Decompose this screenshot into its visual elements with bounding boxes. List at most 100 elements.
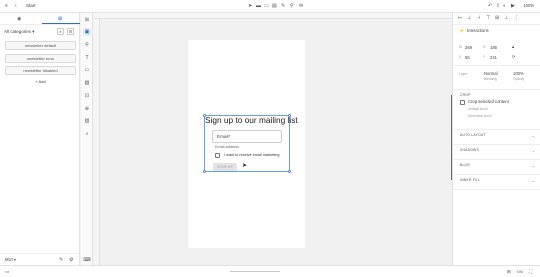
y-value[interactable]: 241 <box>490 55 497 61</box>
interactions-label[interactable]: Interactions <box>467 28 489 34</box>
divider <box>453 144 540 145</box>
inner-fill-section[interactable]: INNER FILL <box>460 178 480 183</box>
marketing-checkbox[interactable] <box>215 153 220 158</box>
home-indicator <box>230 271 280 272</box>
form-title: Sign up to our mailing list <box>205 115 298 125</box>
email-field[interactable]: Email* <box>212 130 282 143</box>
align-bottom-icon[interactable]: ⊥ <box>504 16 508 22</box>
align-middle-icon[interactable]: ⊞ <box>495 16 499 22</box>
list-view-icon[interactable]: ☰ <box>67 28 74 35</box>
settings-icon[interactable]: ⚙ <box>69 257 73 263</box>
shadows-section[interactable]: SHADOWS <box>460 148 479 153</box>
grid-icon[interactable]: ⊞ <box>507 269 511 275</box>
undo-icon[interactable]: ↶ <box>488 3 492 9</box>
align-right-icon[interactable]: ⊣ <box>476 16 480 22</box>
variant-newsletter-default[interactable]: newsletter default <box>5 41 76 50</box>
comment-tool-icon[interactable]: ✉ <box>299 3 303 9</box>
auto-layout-section[interactable]: AUTO LAYOUT <box>460 133 486 138</box>
type-tool-icon[interactable]: T <box>83 54 91 62</box>
distribute-icon[interactable]: ⋮ <box>514 16 519 22</box>
frame-tool-icon[interactable]: ▬ <box>256 3 261 9</box>
window-icon[interactable]: ▭ <box>5 269 9 275</box>
top-bar: ≡ ‹ Start ➤ ▬ ▭ ▤ ✎ ⚲ ✉ ↶ ⇧ ◐ ▶ 100% <box>0 0 540 13</box>
pen-tool-icon[interactable]: ✎ <box>281 3 285 9</box>
divider <box>453 189 540 190</box>
category-label: All categories <box>4 29 32 34</box>
tab-layers-icon[interactable]: ◉ <box>17 16 21 22</box>
category-select[interactable]: All categories ▾ <box>4 28 54 35</box>
zoom-level[interactable]: 100% <box>523 3 534 9</box>
component-tool-icon[interactable]: ⊡ <box>83 92 91 100</box>
select-tool-icon[interactable]: ▣ <box>83 28 91 36</box>
height-value[interactable]: 185 <box>490 45 497 51</box>
vertical-scroll-option[interactable]: Vertical scroll <box>468 107 487 112</box>
width-value[interactable]: 269 <box>465 45 472 51</box>
shape-tool-icon[interactable]: ▭ <box>264 3 269 9</box>
tool-strip: ⊞ ▣ ⚲ T ▭ ▨ ⊡ ⊕ ▥ ⌕ ⌨ <box>81 13 93 265</box>
vertical-ruler <box>94 19 100 265</box>
keyboard-icon[interactable]: ⌨ <box>83 256 91 264</box>
lock-ratio-icon[interactable]: 🔒︎ <box>512 44 514 50</box>
share-icon[interactable]: ⇧ <box>496 3 500 9</box>
crop-checkbox-label: Crop selected content <box>468 99 509 104</box>
right-panel: ⊢ ⊥ ⊣ ⊤ ⊞ ⊥ ⋮ ⚡ Interactions W 269 H 185… <box>452 13 540 265</box>
fullscreen-icon[interactable]: ⛶ <box>529 269 532 275</box>
document-title: Start <box>26 3 36 8</box>
chevron-down-icon[interactable]: ⌄ <box>532 178 535 183</box>
marketing-checkbox-label: I want to receive email marketing <box>224 153 280 157</box>
align-left-icon[interactable]: ⊢ <box>458 16 462 22</box>
bottom-bar: ▭ ⊞ ON ⛶ <box>0 265 540 277</box>
divider <box>453 89 540 90</box>
back-icon[interactable]: ‹ <box>15 3 17 9</box>
email-helper-text: Email address <box>215 145 240 149</box>
crop-checkbox[interactable] <box>460 100 465 105</box>
rectangle-tool-icon[interactable]: ▭ <box>83 66 91 74</box>
horizontal-ruler <box>94 13 452 19</box>
align-top-icon[interactable]: ⊤ <box>486 16 490 22</box>
menu-icon[interactable]: ≡ <box>5 3 8 9</box>
left-panel: ◉ ⊠ All categories ▾ ⌕ ☰ newsletter defa… <box>0 13 80 265</box>
link-tool-icon[interactable]: ⚲ <box>290 3 294 9</box>
resize-handle-bottom-left[interactable] <box>203 170 206 173</box>
blending-label: Blending <box>484 77 497 81</box>
add-variant-button[interactable]: + Add <box>5 78 76 85</box>
variant-newsletter-disabled[interactable]: newsletter disabled <box>5 66 76 75</box>
preview-icon[interactable]: ◐ <box>503 3 506 9</box>
design-canvas[interactable]: Sign up to our mailing list Email* Email… <box>94 13 452 265</box>
chevron-down-icon[interactable]: ⌄ <box>532 148 535 153</box>
chevron-down-icon[interactable]: ⌄ <box>532 163 535 168</box>
active-tab-indicator <box>42 23 80 24</box>
variant-newsletter-error[interactable]: newsletter error <box>5 54 76 63</box>
grid-tool-icon[interactable]: ⊕ <box>83 105 91 113</box>
pointer-tool-icon[interactable]: ➤ <box>248 3 252 9</box>
play-icon[interactable]: ▶ <box>511 3 515 9</box>
align-center-icon[interactable]: ⊥ <box>467 16 471 22</box>
align-toolbar: ⊢ ⊥ ⊣ ⊤ ⊞ ⊥ ⋮ <box>453 13 540 25</box>
library-label: MUI <box>5 257 13 262</box>
horizontal-scroll-option[interactable]: Horizontal scroll <box>468 114 491 119</box>
width-label: W <box>459 45 463 49</box>
divider <box>453 174 540 175</box>
tab-components-icon[interactable]: ⊠ <box>58 16 62 22</box>
text-tool-icon[interactable]: ▤ <box>272 3 277 9</box>
brush-tool-icon[interactable]: ⚲ <box>83 41 91 49</box>
blur-section[interactable]: BLUR <box>460 163 470 168</box>
height-label: H <box>483 45 486 49</box>
chevron-down-icon[interactable]: ⌄ <box>532 133 535 138</box>
library-select[interactable]: MUI ▾ <box>5 257 16 263</box>
x-value[interactable]: 55 <box>465 55 470 61</box>
interactions-icon: ⚡ <box>459 28 465 33</box>
divider <box>453 159 540 160</box>
image-tool-icon[interactable]: ▨ <box>83 79 91 87</box>
search-icon[interactable]: ⌕ <box>57 28 64 35</box>
crop-section-title: CROP <box>460 93 471 97</box>
resize-handle-bottom-right[interactable] <box>288 170 291 173</box>
add-icon[interactable]: ⊞ <box>83 16 91 24</box>
signup-button[interactable]: SIGN UP <box>213 163 237 171</box>
rotation-icon[interactable]: ⟳ <box>512 54 516 60</box>
edit-icon[interactable]: ✎ <box>59 257 63 263</box>
layout-tool-icon[interactable]: ▥ <box>83 117 91 125</box>
zoom-tool-icon[interactable]: ⌕ <box>83 130 91 138</box>
chevron-down-icon: ▾ <box>32 29 35 34</box>
status-label: ON <box>517 270 523 274</box>
